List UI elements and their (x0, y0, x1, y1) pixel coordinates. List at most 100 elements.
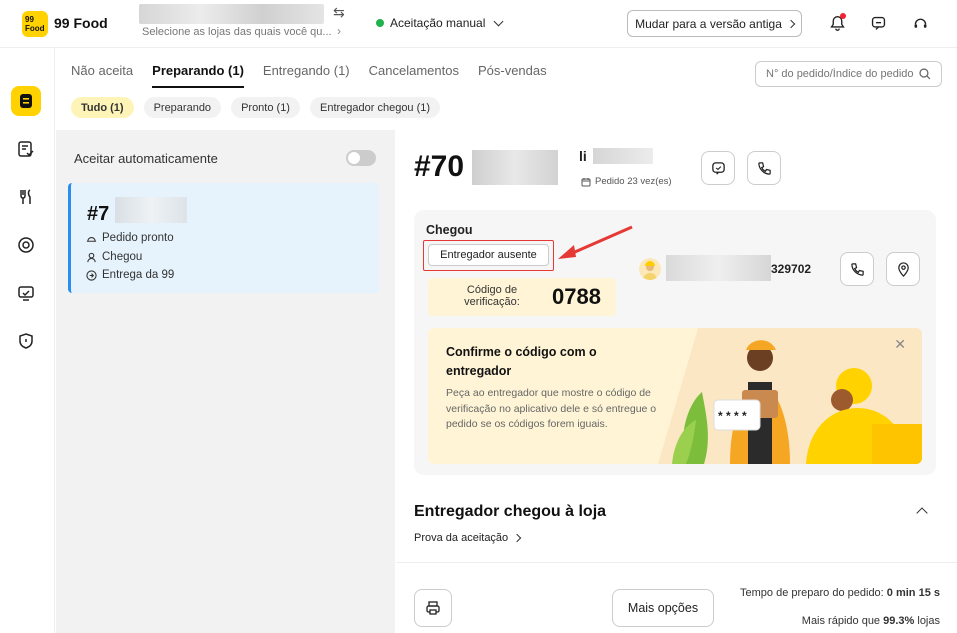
tab-cancellations[interactable]: Cancelamentos (369, 63, 459, 88)
sidebar-item-restaurant[interactable] (11, 182, 41, 212)
more-options-button[interactable]: Mais opções (612, 589, 714, 627)
chevron-down-icon (493, 16, 504, 26)
sidebar (0, 48, 55, 633)
order-tabs: Não aceita Preparando (1) Entregando (1)… (71, 63, 566, 88)
cutlery-icon (20, 189, 31, 204)
status-arrived-label: Chegou (102, 251, 143, 263)
checklist-icon (18, 141, 34, 157)
search-input[interactable] (766, 68, 920, 80)
status-filters: Tudo (1) Preparando Pronto (1) Entregado… (71, 97, 441, 118)
order-number-redacted (115, 197, 187, 223)
filter-all[interactable]: Tudo (1) (71, 97, 134, 118)
sidebar-item-reports[interactable] (11, 278, 41, 308)
delivery-by-label: Entrega da 99 (102, 269, 175, 281)
store-hint[interactable]: Selecione as lojas das quais você qu... (142, 26, 332, 38)
shield-icon (19, 333, 33, 349)
courier-avatar (639, 258, 661, 280)
old-version-button[interactable]: Mudar para a versão antiga (627, 10, 802, 37)
courier-icon (87, 252, 96, 262)
brand-name: 99 Food (54, 15, 108, 31)
tab-delivering[interactable]: Entregando (1) (263, 63, 350, 88)
order-count-label: Pedido 23 vez(es) (595, 176, 672, 187)
delivery-by: Entrega da 99 (86, 269, 174, 281)
print-button[interactable] (414, 589, 452, 627)
order-list: Aceitar automaticamente #7 Pedido pronto… (56, 130, 395, 633)
courier-illustration: * * * * (658, 328, 922, 464)
sidebar-item-menu[interactable] (11, 134, 41, 164)
faster-label: Mais rápido que (801, 615, 884, 627)
phone-icon (850, 262, 864, 276)
faster-suffix: lojas (914, 615, 940, 627)
speech-text: * * * * (718, 409, 747, 423)
tab-after-sales[interactable]: Pós-vendas (478, 63, 547, 88)
detail-order-number: #70 (414, 150, 465, 183)
sidebar-item-marketing[interactable] (11, 230, 41, 260)
printer-icon (426, 601, 440, 615)
order-number-redacted (472, 150, 558, 185)
tab-preparing[interactable]: Preparando (1) (152, 63, 244, 88)
courier-absent-button[interactable]: Entregador ausente (428, 244, 549, 266)
location-pin-icon (897, 261, 909, 277)
prep-time-label: Tempo de preparo do pedido: (740, 587, 887, 599)
chat-icon (711, 161, 725, 175)
orders-icon (20, 94, 32, 108)
support-icon[interactable] (909, 12, 931, 34)
chevron-right-icon (786, 19, 796, 28)
order-card[interactable]: #7 Pedido pronto Chegou Entrega da 99 (68, 183, 379, 293)
code-label: Código de verificação: (464, 284, 520, 308)
search-icon (919, 68, 931, 80)
auto-accept-toggle[interactable] (346, 150, 376, 166)
bell-icon[interactable] (826, 12, 848, 34)
proof-of-acceptance-link[interactable]: Prova da aceitação (414, 532, 522, 544)
prep-time-value: 0 min 15 s (886, 587, 940, 599)
confirm-code-tip: Confirme o código com o entregador Peça … (428, 328, 922, 464)
top-bar: 99 Food 99 Food ⇆ Selecione as lojas das… (0, 0, 957, 48)
order-search[interactable] (755, 61, 942, 87)
order-number: #7 (87, 203, 110, 225)
chevron-right-icon[interactable]: › (337, 24, 341, 38)
status-dot-icon (376, 19, 384, 27)
call-customer-button[interactable] (747, 151, 781, 185)
auto-accept-label: Aceitar automaticamente (74, 150, 218, 166)
sidebar-item-orders[interactable] (11, 86, 41, 116)
code-value: 0788 (552, 284, 601, 309)
chevron-right-icon (512, 533, 522, 543)
customer-name: li (579, 148, 587, 164)
swap-icon[interactable]: ⇆ (333, 4, 345, 21)
sidebar-item-security[interactable] (11, 326, 41, 356)
prep-time: Tempo de preparo do pedido: 0 min 15 s (740, 587, 940, 599)
section-title: Entregador chegou à loja (414, 503, 607, 520)
proof-link-label: Prova da aceitação (414, 532, 509, 544)
call-courier-button[interactable] (840, 252, 874, 286)
customer-name-redacted (593, 148, 653, 164)
filter-ready[interactable]: Pronto (1) (231, 97, 300, 118)
chevron-up-icon[interactable] (916, 507, 928, 519)
courier-phone: 329702 (771, 262, 812, 276)
status-ready-label: Pedido pronto (102, 232, 174, 244)
close-icon[interactable]: ✕ (894, 336, 906, 353)
cloche-icon (86, 236, 97, 242)
filter-courier-arrived[interactable]: Entregador chegou (1) (309, 97, 441, 118)
delivery-icon (86, 269, 97, 281)
filter-preparing[interactable]: Preparando (143, 97, 222, 118)
chat-customer-button[interactable] (701, 151, 735, 185)
chat-icon[interactable] (867, 12, 889, 34)
auto-accept-row: Aceitar automaticamente (74, 150, 376, 166)
notification-dot (840, 13, 846, 19)
courier-location-button[interactable] (886, 252, 920, 286)
tab-not-accepted[interactable]: Não aceita (71, 63, 133, 88)
verification-code-box: Código de verificação: 0788 (428, 278, 616, 316)
brand-logo: 99 Food (22, 11, 48, 37)
monitor-icon (18, 286, 34, 301)
status-arrived: Chegou (86, 251, 142, 263)
faster-value: 99.3% (883, 615, 915, 627)
old-version-label: Mudar para a versão antiga (635, 16, 782, 31)
logo-badge: 99 Food (25, 15, 45, 33)
accept-mode-dropdown[interactable]: Aceitação manual (376, 16, 504, 30)
arrived-title: Chegou (426, 223, 473, 237)
order-detail: #70 li Pedido 23 vez(es) Chegou Entregad… (396, 130, 957, 633)
store-selector[interactable] (139, 4, 324, 24)
detail-footer: Mais opções Tempo de preparo do pedido: … (396, 562, 957, 633)
courier-arrived-panel: Chegou Entregador ausente Código de veri… (414, 210, 936, 475)
confirm-body: Peça ao entregador que mostre o código d… (446, 387, 657, 430)
